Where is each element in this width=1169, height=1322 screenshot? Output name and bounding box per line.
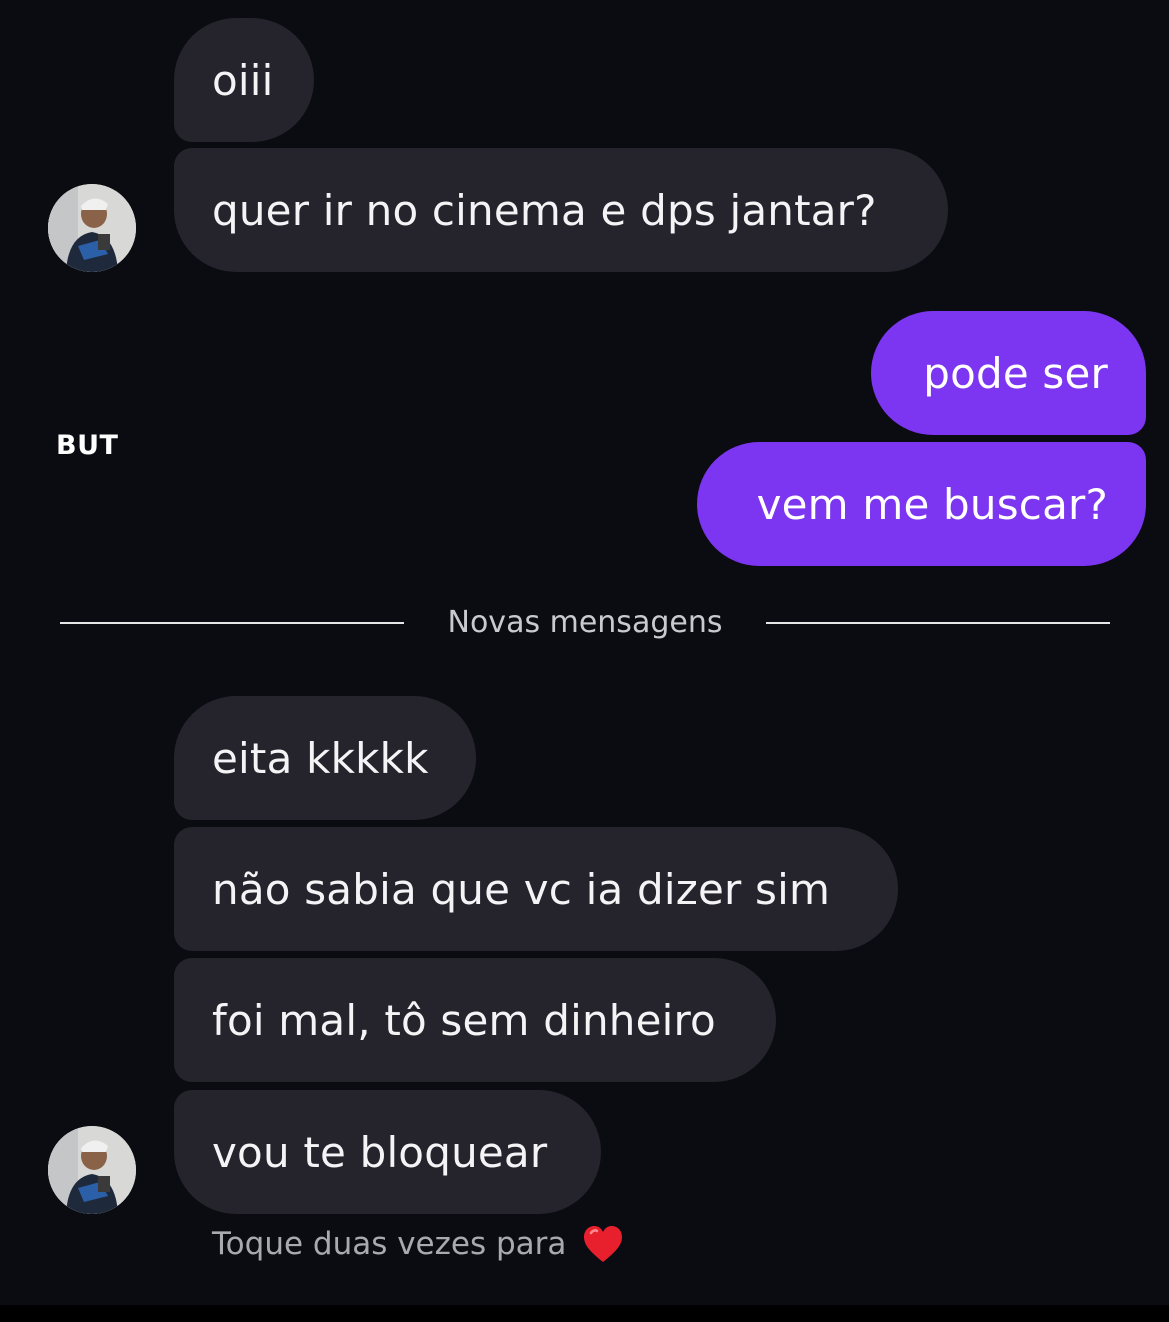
bottom-bar — [0, 1305, 1169, 1322]
overlay-caption: BUT — [56, 430, 119, 461]
received-message[interactable]: quer ir no cinema e dps jantar? — [174, 148, 948, 272]
received-message[interactable]: foi mal, tô sem dinheiro — [174, 958, 776, 1082]
new-messages-divider: Novas mensagens — [60, 603, 1110, 643]
received-message[interactable]: não sabia que vc ia dizer sim — [174, 827, 898, 951]
chat-screen: oiii quer ir no cinema e dps jantar? BUT… — [0, 0, 1169, 1305]
hint-text: Toque duas vezes para — [212, 1226, 567, 1262]
sent-message[interactable]: pode ser — [871, 311, 1146, 435]
received-message[interactable]: vou te bloquear — [174, 1090, 601, 1214]
double-tap-hint: Toque duas vezes para — [212, 1224, 624, 1264]
sent-message[interactable]: vem me buscar? — [697, 442, 1146, 566]
divider-line — [766, 622, 1110, 624]
heart-icon[interactable] — [582, 1224, 624, 1264]
avatar[interactable] — [48, 1126, 136, 1214]
avatar-photo — [48, 1126, 136, 1214]
received-message[interactable]: eita kkkkk — [174, 696, 476, 820]
avatar-photo — [48, 184, 136, 272]
avatar[interactable] — [48, 184, 136, 272]
received-message[interactable]: oiii — [174, 18, 314, 142]
